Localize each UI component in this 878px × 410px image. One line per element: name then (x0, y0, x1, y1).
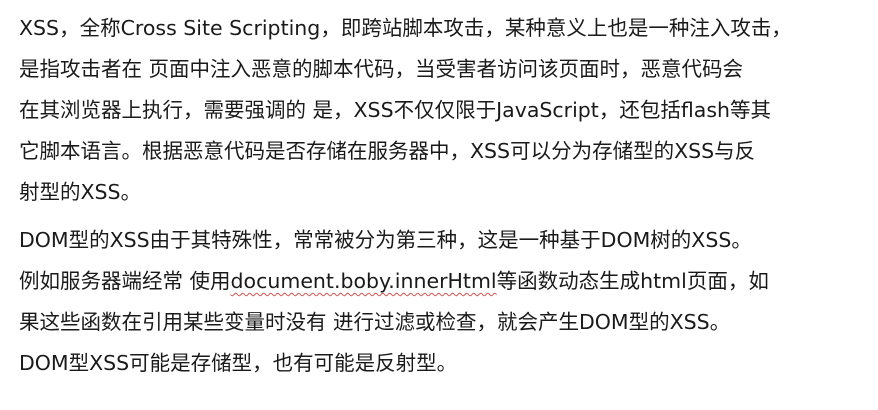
text-line: 射型的XSS。 (19, 180, 142, 204)
text-line: 果这些函数在引用某些变量时没有 进行过滤或检查，就会产生DOM型的XSS。 (19, 310, 731, 334)
text-segment: 例如服务器端经常 使用 (19, 269, 231, 293)
text-line: XSS，全称Cross Site Scripting，即跨站脚本攻击，某种意义上… (19, 16, 792, 40)
text-line: 例如服务器端经常 使用document.boby.innerHtml等函数动态生… (19, 261, 869, 302)
paragraph-xss-definition: XSS，全称Cross Site Scripting，即跨站脚本攻击，某种意义上… (19, 8, 869, 213)
paragraph-dom-xss: DOM型的XSS由于其特殊性，常常被分为第三种，这是一种基于DOM树的XSS。 … (19, 220, 869, 384)
document-body: XSS，全称Cross Site Scripting，即跨站脚本攻击，某种意义上… (19, 8, 869, 384)
text-line: DOM型XSS可能是存储型，也有可能是反射型。 (19, 351, 458, 375)
text-line: 它脚本语言。根据恶意代码是否存储在服务器中，XSS可以分为存储型的XSS与反 (19, 139, 756, 163)
spellcheck-underlined-code: document.boby.innerHtml (230, 269, 497, 293)
text-line: DOM型的XSS由于其特殊性，常常被分为第三种，这是一种基于DOM树的XSS。 (19, 228, 752, 252)
text-line: 在其浏览器上执行，需要强调的 是，XSS不仅仅限于JavaScript，还包括f… (19, 98, 771, 122)
text-segment: 等函数动态生成html页面，如 (496, 269, 769, 293)
text-line: 是指攻击者在 页面中注入恶意的脚本代码，当受害者访问该页面时，恶意代码会 (19, 57, 744, 81)
